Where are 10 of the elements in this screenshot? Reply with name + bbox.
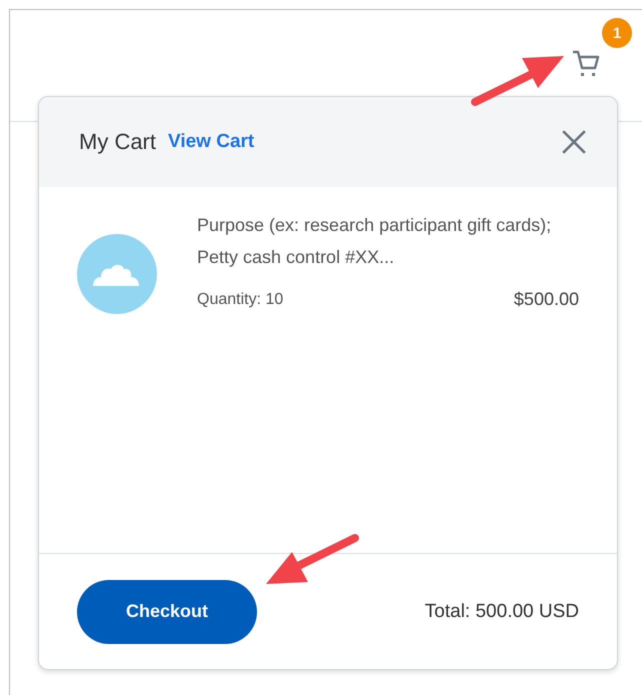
view-cart-link[interactable]: View Cart	[168, 131, 254, 153]
checkout-button[interactable]: Checkout	[77, 580, 257, 644]
item-description: Purpose (ex: research participant gift cards); Petty cash control #XX...	[197, 214, 552, 269]
cart-total: Total: 500.00 USD	[424, 600, 579, 622]
item-price: $500.00	[514, 289, 579, 310]
cloud-icon	[77, 234, 157, 314]
item-quantity: Quantity: 10	[197, 290, 284, 308]
cart-count-badge: 1	[602, 18, 632, 48]
close-icon[interactable]	[561, 129, 587, 155]
cart-title: My Cart	[79, 129, 156, 155]
